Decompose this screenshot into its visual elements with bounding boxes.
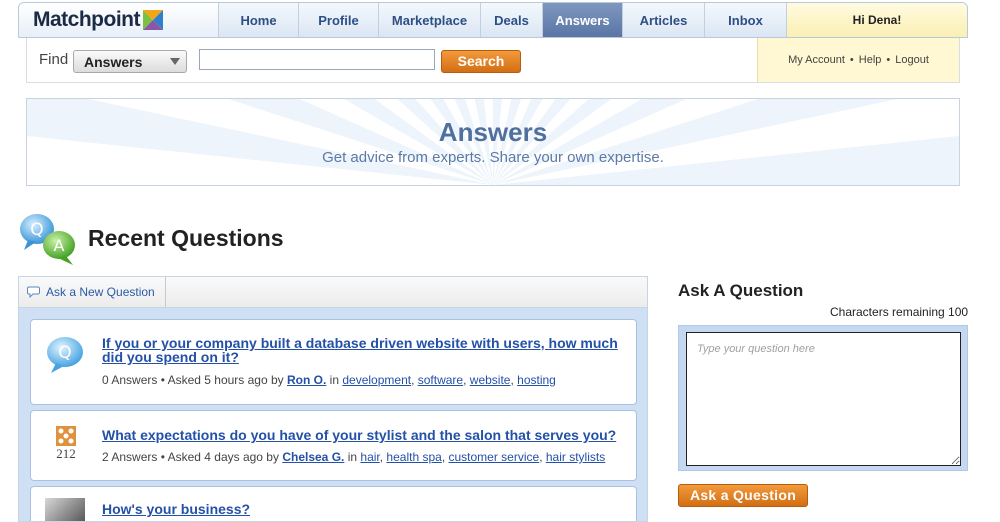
logo[interactable]: Matchpoint	[19, 3, 219, 37]
nav-home[interactable]: Home	[219, 3, 299, 37]
tag-link[interactable]: development	[342, 373, 411, 387]
search-scope-value: Answers	[84, 54, 143, 70]
search-input[interactable]	[199, 49, 435, 70]
question-bubble-icon: Q	[47, 337, 83, 373]
question-card: Q If you or your company built a databas…	[30, 319, 637, 405]
nav-inbox[interactable]: Inbox	[705, 3, 787, 37]
hero-subtitle: Get advice from experts. Share your own …	[322, 149, 664, 166]
speech-bubble-icon	[27, 286, 40, 298]
salon-logo-text: 212	[56, 446, 76, 461]
in-label: in	[329, 373, 340, 387]
question-card: 212 What expectations do you have of you…	[30, 410, 637, 481]
chevron-down-icon	[170, 58, 180, 65]
tag-link[interactable]: hair stylists	[546, 450, 605, 464]
tag-link[interactable]: customer service	[448, 450, 539, 464]
svg-text:A: A	[54, 236, 65, 255]
svg-text:Q: Q	[30, 220, 43, 240]
question-title-link[interactable]: How's your business?	[102, 502, 624, 516]
tag-link[interactable]: health spa	[386, 450, 441, 464]
account-links: My Account • Help • Logout	[757, 38, 959, 82]
my-account-link[interactable]: My Account	[788, 54, 845, 66]
question-textarea[interactable]	[686, 332, 961, 466]
salon-avatar: 212	[45, 425, 87, 469]
nav-answers[interactable]: Answers	[543, 3, 623, 37]
ask-question-button[interactable]: Ask a Question	[678, 484, 808, 507]
question-card: How's your business?	[30, 486, 637, 521]
separator-dot: •	[886, 54, 891, 66]
nav-deals[interactable]: Deals	[481, 3, 543, 37]
separator-dot: •	[849, 54, 854, 66]
nav-articles[interactable]: Articles	[623, 3, 705, 37]
logo-text: Matchpoint	[33, 8, 140, 31]
tag-link[interactable]: hosting	[517, 373, 556, 387]
author-link[interactable]: Chelsea G.	[282, 450, 344, 464]
salon-logo-icon	[56, 426, 76, 446]
nav-profile[interactable]: Profile	[299, 3, 379, 37]
in-label: in	[347, 450, 358, 464]
tag-link[interactable]: hair	[360, 450, 379, 464]
logout-link[interactable]: Logout	[895, 54, 929, 66]
question-list-panel: Ask a New Question Q If you or your comp…	[18, 276, 648, 522]
asked-time: • Asked 5 hours ago by	[160, 373, 284, 387]
top-nav-bar: Matchpoint Home Profile Marketplace Deal…	[18, 2, 968, 38]
ask-new-question-label: Ask a New Question	[46, 285, 155, 299]
hero-title: Answers	[438, 117, 548, 147]
question-meta: 0 Answers • Asked 5 hours ago by Ron O. …	[102, 373, 556, 387]
answers-hero-banner: Answers Get advice from experts. Share y…	[26, 98, 960, 186]
svg-text:Q: Q	[58, 343, 71, 363]
x-mark-logo-icon	[142, 10, 163, 30]
asked-time: • Asked 4 days ago by	[160, 450, 279, 464]
search-scope-select[interactable]: Answers	[73, 50, 187, 73]
question-meta: 2 Answers • Asked 4 days ago by Chelsea …	[102, 450, 606, 464]
ask-question-title: Ask A Question	[678, 281, 804, 300]
answer-count: 0 Answers	[102, 373, 158, 387]
tag-link[interactable]: website	[470, 373, 511, 387]
qa-bubbles-icon: Q A	[20, 214, 75, 265]
search-bar: Find Answers Search My Account • Help • …	[26, 38, 960, 83]
search-button[interactable]: Search	[441, 50, 521, 73]
question-title-link[interactable]: If you or your company built a database …	[102, 336, 624, 364]
nav-marketplace[interactable]: Marketplace	[379, 3, 481, 37]
tag-link[interactable]: software	[418, 373, 463, 387]
characters-remaining: Characters remaining 100	[830, 305, 969, 319]
help-link[interactable]: Help	[859, 54, 882, 66]
ask-question-box	[678, 325, 968, 471]
recent-questions-title: Recent Questions	[88, 225, 284, 251]
ask-new-question-link[interactable]: Ask a New Question	[19, 277, 166, 307]
question-list-toolbar: Ask a New Question	[19, 277, 647, 308]
author-link[interactable]: Ron O.	[287, 373, 326, 387]
find-label: Find	[39, 51, 69, 68]
user-avatar	[45, 498, 85, 521]
user-greeting: Hi Dena!	[787, 3, 967, 37]
answer-count: 2 Answers	[102, 450, 158, 464]
question-title-link[interactable]: What expectations do you have of your st…	[102, 428, 624, 442]
